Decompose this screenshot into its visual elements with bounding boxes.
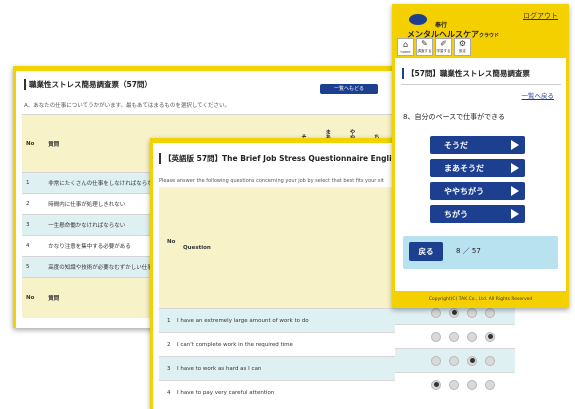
back-to-list-button[interactable]: 一覧へもどる bbox=[320, 84, 378, 94]
radio-button[interactable] bbox=[467, 355, 477, 366]
answer-button-3[interactable]: ややちがう bbox=[430, 182, 525, 200]
radio-button[interactable] bbox=[449, 379, 459, 390]
en-col-no: No bbox=[167, 239, 176, 245]
nav-label: 設定 bbox=[459, 49, 466, 53]
row-no: 5 bbox=[22, 256, 45, 278]
row-no: 4 bbox=[167, 389, 171, 396]
radio-button[interactable] bbox=[467, 307, 477, 318]
en-col-question: Question bbox=[183, 245, 211, 251]
question-text: 8、自分のペースで仕事ができる bbox=[403, 113, 505, 121]
radio-button[interactable] bbox=[449, 355, 459, 366]
back-to-list-link[interactable]: 一覧へ戻る bbox=[522, 90, 555, 100]
arrow-right-icon bbox=[511, 209, 519, 219]
bottom-bar: 戻る 8 ／ 57 bbox=[403, 236, 558, 269]
radio-button[interactable] bbox=[485, 331, 495, 342]
table-row: 1 I have an extremely large amount of wo… bbox=[159, 308, 395, 332]
arrow-right-icon bbox=[511, 140, 519, 150]
en-table-header: No Question bbox=[159, 187, 395, 308]
copyright: Copyright(C) TAK Co., Ltd. All Rights Re… bbox=[395, 291, 566, 305]
app-header: ログアウト 奉行 メンタルヘルスケアクラウド ⌂ home ✎ 調査する ✐ 学習する… bbox=[395, 8, 566, 58]
row-no: 1 bbox=[22, 172, 45, 194]
en-answer-radios bbox=[395, 300, 515, 409]
logo-mark-icon bbox=[409, 14, 427, 25]
radio-button[interactable] bbox=[449, 307, 459, 318]
radio-row bbox=[395, 348, 515, 372]
answer-label: ややちがう bbox=[444, 186, 484, 196]
row-no: 3 bbox=[22, 214, 45, 236]
progress-indicator: 8 ／ 57 bbox=[456, 247, 481, 255]
app-nav: ⌂ home ✎ 調査する ✐ 学習する ⚙ 設定 bbox=[397, 38, 471, 56]
mobile-app-window: ログアウト 奉行 メンタルヘルスケアクラウド ⌂ home ✎ 調査する ✐ 学習する… bbox=[392, 4, 569, 308]
en-questionnaire-window: 【英語版 57問】The Brief Job Stress Questionna… bbox=[150, 138, 395, 409]
row-no: 2 bbox=[167, 341, 171, 348]
logo-suffix-text: クラウド bbox=[479, 33, 500, 39]
footer-col-no: No bbox=[22, 277, 45, 318]
home-icon: ⌂ bbox=[402, 40, 409, 49]
en-question-list: 1 I have an extremely large amount of wo… bbox=[159, 308, 395, 404]
answer-label: そうだ bbox=[444, 140, 468, 150]
nav-label: 学習する bbox=[436, 49, 451, 53]
row-question: I have to pay very careful attention bbox=[177, 389, 275, 396]
col-no: No bbox=[22, 114, 45, 173]
app-logo: 奉行 メンタルヘルスケアクラウド bbox=[407, 14, 500, 40]
answer-button-2[interactable]: まあそうだ bbox=[430, 159, 525, 177]
radio-button[interactable] bbox=[485, 307, 495, 318]
table-row: 2 I can't complete work in the required … bbox=[159, 332, 395, 356]
radio-button[interactable] bbox=[467, 379, 477, 390]
row-no: 1 bbox=[167, 317, 171, 324]
divider bbox=[401, 84, 561, 85]
nav-home[interactable]: ⌂ home bbox=[397, 38, 414, 56]
radio-row bbox=[395, 372, 515, 396]
learn-icon: ✐ bbox=[440, 39, 447, 48]
nav-label: home bbox=[400, 50, 411, 54]
row-question: I have an extremely large amount of work… bbox=[177, 317, 309, 324]
radio-button[interactable] bbox=[431, 307, 441, 318]
radio-row bbox=[395, 324, 515, 348]
table-row: 3 I have to work as hard as I can bbox=[159, 356, 395, 380]
radio-button[interactable] bbox=[467, 331, 477, 342]
survey-icon: ✎ bbox=[421, 39, 428, 48]
radio-button[interactable] bbox=[485, 355, 495, 366]
logout-link[interactable]: ログアウト bbox=[523, 11, 558, 21]
en-page-title: 【英語版 57問】The Brief Job Stress Questionna… bbox=[159, 153, 395, 164]
answer-button-4[interactable]: ちがう bbox=[430, 205, 525, 223]
nav-learn[interactable]: ✐ 学習する bbox=[435, 38, 452, 56]
radio-button[interactable] bbox=[431, 331, 441, 342]
row-no: 2 bbox=[22, 193, 45, 215]
radio-button[interactable] bbox=[431, 379, 441, 390]
en-instruction: Please answer the following questions co… bbox=[159, 178, 384, 184]
radio-button[interactable] bbox=[449, 331, 459, 342]
radio-button[interactable] bbox=[485, 379, 495, 390]
answer-label: ちがう bbox=[444, 209, 468, 219]
answer-button-1[interactable]: そうだ bbox=[430, 136, 525, 154]
jp-instruction: A．あなたの仕事についてうかがいます。最もあてはまるものを選択してください。 bbox=[24, 103, 231, 109]
row-question: I have to work as hard as I can bbox=[177, 365, 262, 372]
arrow-right-icon bbox=[511, 163, 519, 173]
radio-button[interactable] bbox=[431, 355, 441, 366]
jp-page-title: 職業性ストレス簡易調査票（57問） bbox=[24, 79, 152, 90]
row-question: I can't complete work in the required ti… bbox=[177, 341, 293, 348]
row-no: 4 bbox=[22, 235, 45, 257]
table-row: 4 I have to pay very careful attention bbox=[159, 380, 395, 404]
gear-icon: ⚙ bbox=[458, 39, 467, 48]
nav-settings[interactable]: ⚙ 設定 bbox=[454, 38, 471, 56]
nav-survey[interactable]: ✎ 調査する bbox=[416, 38, 433, 56]
row-no: 3 bbox=[167, 365, 171, 372]
mobile-page-title: 【57問】職業性ストレス簡易調査票 bbox=[402, 68, 530, 79]
answer-label: まあそうだ bbox=[444, 163, 484, 173]
back-button[interactable]: 戻る bbox=[409, 242, 443, 261]
arrow-right-icon bbox=[511, 186, 519, 196]
nav-label: 調査する bbox=[417, 49, 432, 53]
